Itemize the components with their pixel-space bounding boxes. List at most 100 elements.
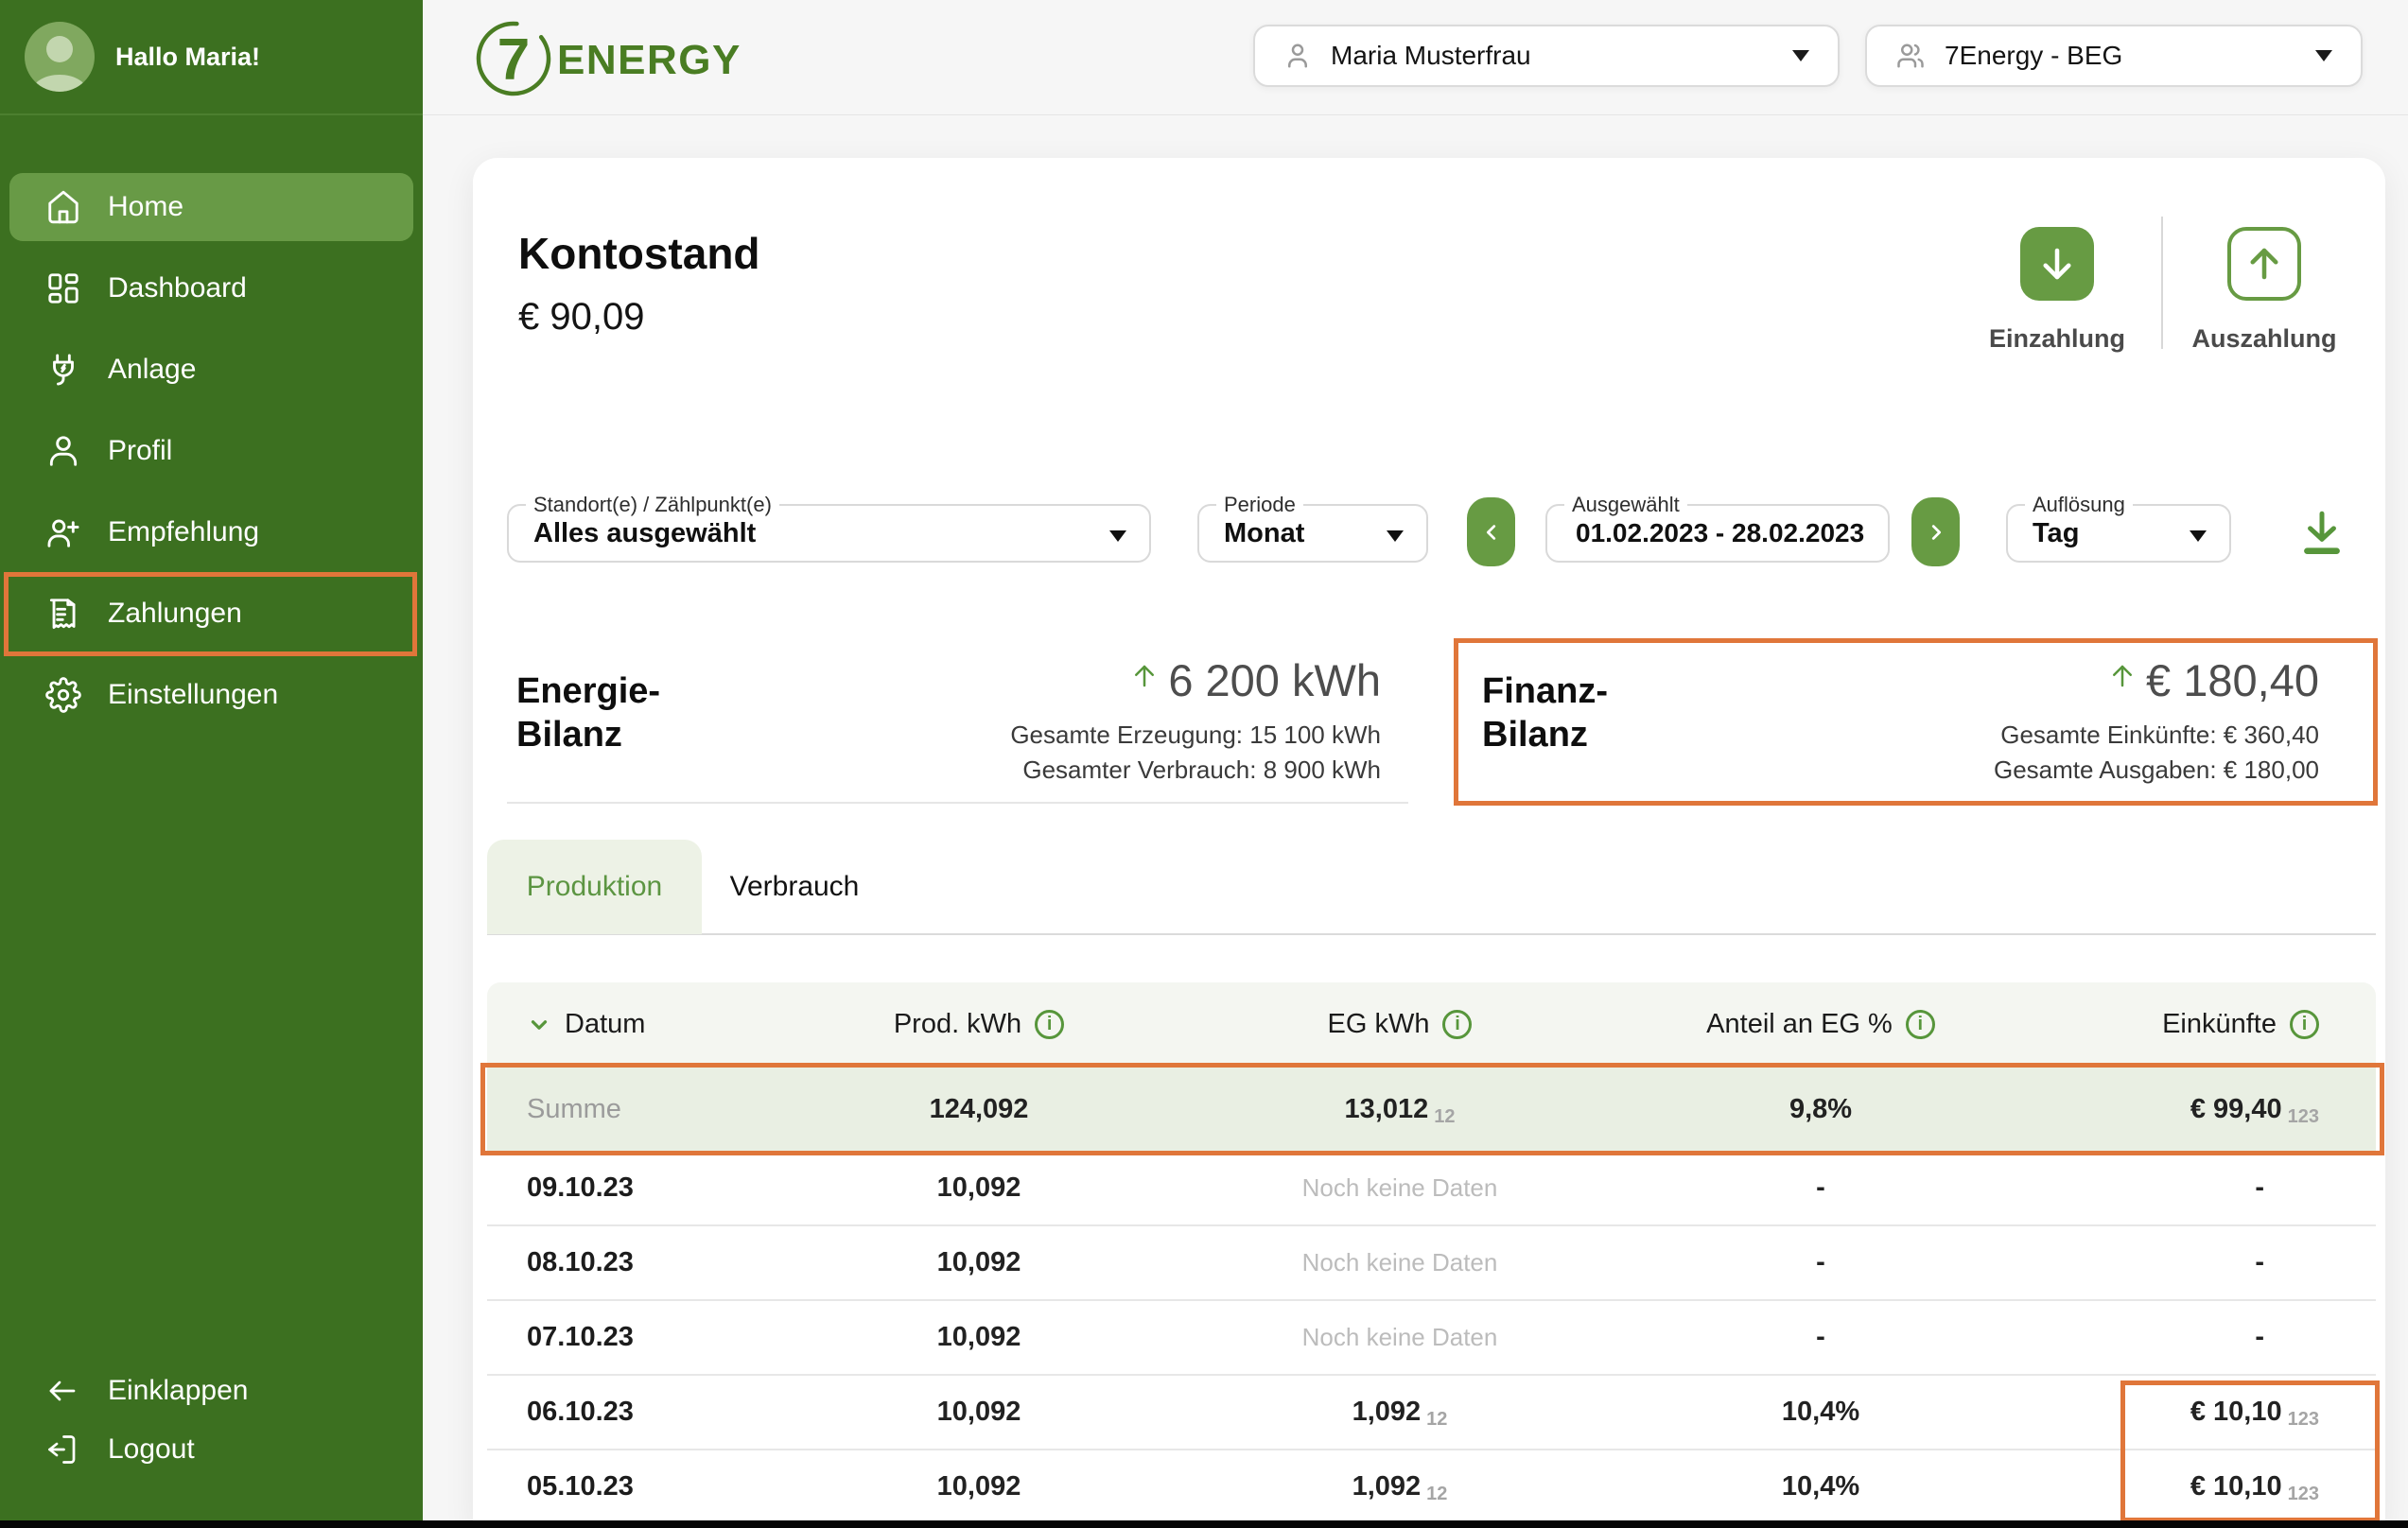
sidebar-item-label: Dashboard: [108, 272, 247, 304]
download-button[interactable]: [2298, 508, 2346, 559]
page-title: Kontostand: [518, 228, 760, 279]
info-icon[interactable]: [1442, 1010, 1472, 1039]
header-einkuenfte: Einkünfte: [2043, 1009, 2376, 1040]
plug-icon: [45, 352, 81, 388]
sidebar-item-dashboard[interactable]: Dashboard: [9, 254, 413, 322]
info-icon[interactable]: [1035, 1010, 1064, 1039]
energy-balance-section: Energie- Bilanz 6 200 kWh Gesamte Erzeug…: [507, 652, 1408, 804]
collapse-label: Einklappen: [108, 1375, 248, 1407]
tab-verbrauch[interactable]: Verbrauch: [714, 840, 875, 934]
sidebar-item-label: Einstellungen: [108, 679, 278, 711]
finance-balance-section: Finanz- Bilanz € 180,40 Gesamte Einkünft…: [1473, 652, 2376, 804]
sidebar-item-profil[interactable]: Profil: [9, 417, 413, 485]
row-income: -: [2043, 1172, 2376, 1204]
chevron-down-icon: [2190, 530, 2207, 542]
organization-dropdown[interactable]: 7Energy - BEG: [1865, 25, 2363, 87]
main-card: Kontostand € 90,09 Einzahlung Auszahlung…: [473, 158, 2385, 1528]
sidebar-item-einstellungen[interactable]: Einstellungen: [9, 661, 413, 729]
receipt-icon: [45, 596, 81, 632]
chevron-down-icon: [1792, 50, 1809, 61]
gear-icon: [45, 677, 81, 713]
row-date: 06.10.23: [487, 1397, 757, 1428]
row-prod: 10,092: [757, 1397, 1201, 1428]
date-range-label: Ausgewählt: [1564, 493, 1687, 517]
summary-eg: 13,01212: [1201, 1094, 1598, 1125]
sidebar-item-label: Profil: [108, 435, 172, 467]
previous-period-button[interactable]: [1467, 497, 1515, 566]
row-prod: 10,092: [757, 1247, 1201, 1278]
table-row: 07.10.23 10,092 Noch keine Daten - -: [487, 1301, 2376, 1376]
header-datum[interactable]: Datum: [487, 1009, 757, 1040]
row-income: -: [2043, 1322, 2376, 1353]
row-income: € 10,10123: [2043, 1397, 2376, 1428]
sidebar-item-anlage[interactable]: Anlage: [9, 336, 413, 404]
arrow-up-icon: [2244, 244, 2284, 284]
deposit-button[interactable]: [2020, 227, 2094, 301]
row-eg: Noch keine Daten: [1201, 1248, 1598, 1277]
topbar: 7 ENERGY Maria Musterfrau 7Energy - BEG: [423, 0, 2408, 115]
energy-balance-title: Energie- Bilanz: [516, 669, 660, 756]
period-select[interactable]: Periode Monat: [1197, 504, 1428, 563]
sidebar-footer: Einklappen Logout: [9, 1362, 413, 1479]
sidebar-header: Hallo Maria!: [0, 0, 423, 115]
sidebar-item-home[interactable]: Home: [9, 173, 413, 241]
row-date: 05.10.23: [487, 1471, 757, 1502]
sidebar-item-label: Home: [108, 191, 183, 223]
deposit-label: Einzahlung: [1989, 324, 2125, 354]
account-balance: € 90,09: [518, 296, 644, 339]
row-income: € 10,10123: [2043, 1471, 2376, 1502]
logout-label: Logout: [108, 1433, 195, 1466]
period-select-label: Periode: [1216, 493, 1303, 517]
resolution-select[interactable]: Auflösung Tag: [2006, 504, 2231, 563]
header-anteil: Anteil an EG %: [1598, 1009, 2043, 1040]
info-icon[interactable]: [2290, 1010, 2319, 1039]
table-header-row: Datum Prod. kWh EG kWh Anteil an EG % Ei…: [487, 982, 2376, 1067]
summary-row: Summe 124,092 13,01212 9,8% € 99,40123: [487, 1067, 2376, 1152]
trend-up-icon: [2108, 662, 2137, 690]
screen-bottom-edge: [0, 1520, 2408, 1528]
summary-prod: 124,092: [757, 1094, 1201, 1125]
row-share: 10,4%: [1598, 1397, 2043, 1428]
next-period-button[interactable]: [1911, 497, 1960, 566]
row-prod: 10,092: [757, 1322, 1201, 1353]
date-range-field[interactable]: Ausgewählt 01.02.2023 - 28.02.2023: [1545, 504, 1890, 563]
location-select[interactable]: Standort(e) / Zählpunkt(e) Alles ausgewä…: [507, 504, 1151, 563]
user-dropdown[interactable]: Maria Musterfrau: [1253, 25, 1840, 87]
sidebar-item-zahlungen[interactable]: Zahlungen: [9, 580, 413, 648]
row-income: -: [2043, 1247, 2376, 1278]
info-icon[interactable]: [1906, 1010, 1935, 1039]
user-icon: [1283, 42, 1312, 70]
finance-balance-details: Gesamte Einkünfte: € 360,40 Gesamte Ausg…: [1994, 718, 2319, 788]
summary-label: Summe: [487, 1094, 757, 1125]
sidebar-menu: Home Dashboard Anlage Profil Empfehlung: [0, 173, 423, 729]
chevron-down-icon: [1109, 530, 1126, 542]
person-plus-icon: [45, 514, 81, 550]
tab-produktion-label: Produktion: [527, 871, 662, 903]
summary-income: € 99,40123: [2043, 1094, 2376, 1125]
chevron-right-icon: [1926, 522, 1946, 543]
row-share: -: [1598, 1247, 2043, 1278]
collapse-button[interactable]: Einklappen: [9, 1362, 413, 1420]
tab-produktion[interactable]: Produktion: [487, 840, 702, 934]
finance-balance-title: Finanz- Bilanz: [1482, 669, 1608, 756]
trend-up-icon: [1130, 662, 1159, 690]
withdraw-button[interactable]: [2227, 227, 2301, 301]
logo: 7 ENERGY: [470, 13, 792, 102]
sidebar-item-label: Empfehlung: [108, 516, 259, 548]
table-row: 09.10.23 10,092 Noch keine Daten - -: [487, 1152, 2376, 1226]
row-eg: Noch keine Daten: [1201, 1173, 1598, 1203]
row-date: 07.10.23: [487, 1322, 757, 1353]
table-row: 08.10.23 10,092 Noch keine Daten - -: [487, 1226, 2376, 1301]
finance-balance-value: € 180,40: [1994, 654, 2319, 706]
table-row: 05.10.23 10,092 1,09212 10,4% € 10,10123: [487, 1450, 2376, 1525]
logout-button[interactable]: Logout: [9, 1420, 413, 1479]
header-eg-kwh: EG kWh: [1201, 1009, 1598, 1040]
user-dropdown-value: Maria Musterfrau: [1331, 41, 1531, 71]
withdraw-label: Auszahlung: [2192, 324, 2337, 354]
person-icon: [45, 433, 81, 469]
sidebar-item-empfehlung[interactable]: Empfehlung: [9, 498, 413, 566]
tab-verbrauch-label: Verbrauch: [730, 871, 860, 903]
row-prod: 10,092: [757, 1471, 1201, 1502]
row-eg: 1,09212: [1201, 1471, 1598, 1502]
chevron-down-icon: [1387, 530, 1404, 542]
